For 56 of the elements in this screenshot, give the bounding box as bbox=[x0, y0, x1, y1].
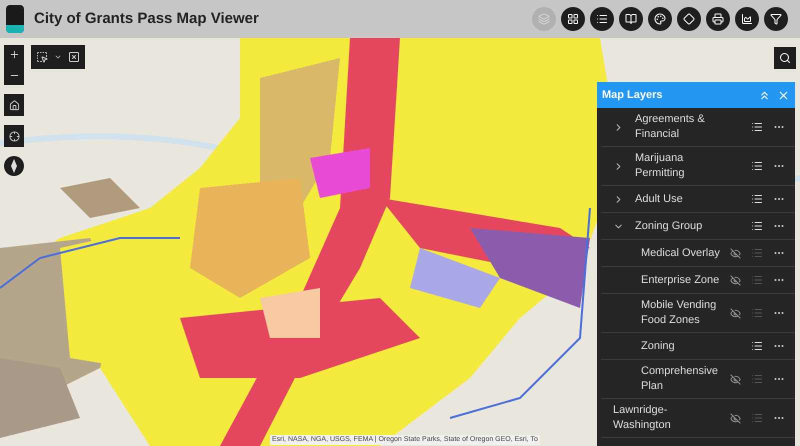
layer-label: Marijuana Permitting bbox=[635, 151, 686, 181]
eye-off-icon[interactable] bbox=[730, 374, 740, 384]
layer-row[interactable]: Medical Overlay bbox=[601, 240, 795, 267]
home-icon bbox=[8, 100, 20, 110]
toolbar-button[interactable] bbox=[677, 7, 701, 31]
toolbar-button[interactable] bbox=[561, 7, 585, 31]
clear-selection-icon[interactable] bbox=[68, 51, 80, 63]
layer-label: Comprehensive Plan bbox=[641, 364, 720, 394]
eye-off-icon[interactable] bbox=[730, 248, 740, 258]
app-title: City of Grants Pass Map Viewer bbox=[34, 8, 259, 29]
chart-icon bbox=[741, 13, 753, 25]
layer-row[interactable]: Adult Use bbox=[601, 186, 795, 213]
layer-label: Zoning Group bbox=[635, 218, 704, 234]
layer-row[interactable]: Comprehensive Plan bbox=[601, 360, 795, 399]
layer-row[interactable]: Zoning Group bbox=[601, 213, 795, 240]
layer-row[interactable]: Mobile Vending Food Zones bbox=[601, 294, 795, 333]
toolbar-button[interactable] bbox=[590, 7, 614, 31]
caret-icon[interactable] bbox=[54, 53, 62, 61]
layer-row[interactable]: Lawnridge-Washington bbox=[601, 399, 795, 438]
grid-icon bbox=[567, 13, 579, 25]
toolbar-button[interactable] bbox=[648, 7, 672, 31]
compass-needle-icon bbox=[11, 159, 17, 173]
zoom-in-icon[interactable] bbox=[8, 49, 20, 60]
toolbar-button[interactable] bbox=[764, 7, 788, 31]
select-icon[interactable] bbox=[36, 51, 48, 63]
home-button[interactable] bbox=[4, 94, 24, 116]
printer-icon bbox=[712, 13, 724, 25]
palette-icon bbox=[654, 13, 666, 25]
layer-row[interactable]: Enterprise Zone bbox=[601, 267, 795, 294]
layer-label: Enterprise Zone bbox=[641, 272, 720, 288]
layer-label: Mobile Vending Food Zones bbox=[641, 298, 718, 328]
filter-icon bbox=[770, 13, 782, 25]
panel-title: Map Layers bbox=[602, 88, 663, 103]
book-icon bbox=[625, 13, 637, 25]
layer-label: Lawnridge-Washington bbox=[613, 403, 672, 433]
eye-off-icon[interactable] bbox=[730, 412, 740, 424]
diamond-icon bbox=[683, 13, 695, 25]
layer-label: Agreements & Financial bbox=[635, 112, 706, 142]
toolbar-button[interactable] bbox=[706, 7, 730, 31]
search-button[interactable] bbox=[774, 47, 796, 69]
layer-row[interactable]: Marijuana Permitting bbox=[601, 147, 795, 186]
eye-off-icon[interactable] bbox=[730, 308, 740, 318]
locate-icon bbox=[8, 130, 20, 142]
toolbar-button[interactable] bbox=[619, 7, 643, 31]
eye-off-icon[interactable] bbox=[730, 274, 740, 286]
layer-label: Medical Overlay bbox=[641, 246, 721, 260]
layer-row[interactable]: Zoning bbox=[601, 333, 795, 360]
toolbar-button[interactable] bbox=[735, 7, 759, 31]
layers-icon bbox=[538, 13, 550, 25]
layer-label: Zoning bbox=[641, 338, 676, 354]
search-icon bbox=[779, 52, 791, 64]
layer-row[interactable]: Agreements & Financial bbox=[601, 108, 795, 147]
layer-label: Adult Use bbox=[635, 192, 684, 206]
close-icon[interactable] bbox=[777, 88, 790, 102]
locate-button[interactable] bbox=[4, 125, 24, 147]
app-logo-icon bbox=[6, 5, 24, 33]
